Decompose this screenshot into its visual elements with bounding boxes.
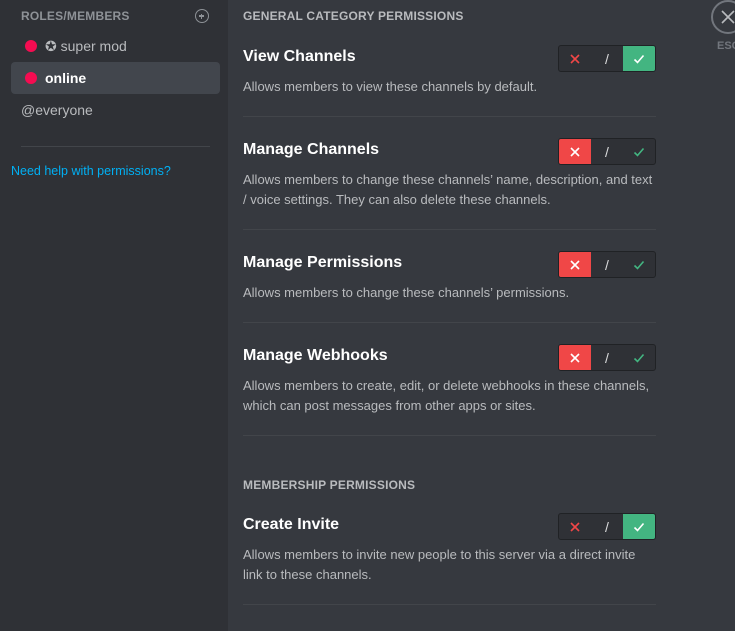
- check-icon: [633, 54, 645, 64]
- permission-view-channels: View Channels / Allows members to view t…: [243, 45, 656, 117]
- help-permissions-link[interactable]: Need help with permissions?: [11, 164, 171, 178]
- section-title-general: GENERAL CATEGORY PERMISSIONS: [243, 9, 464, 23]
- add-role-icon[interactable]: [195, 9, 209, 23]
- neutral-button[interactable]: /: [591, 514, 623, 539]
- permission-title: View Channels: [243, 48, 356, 65]
- x-icon: [570, 53, 580, 64]
- role-item-super-mod[interactable]: ✪ super mod: [11, 30, 220, 62]
- allow-button[interactable]: [623, 252, 655, 277]
- close-icon: [721, 10, 735, 24]
- roles-header-title: ROLES/MEMBERS: [21, 9, 130, 23]
- neutral-button[interactable]: /: [591, 252, 623, 277]
- deny-button[interactable]: [559, 46, 591, 71]
- permission-description: Allows members to change these channels’…: [243, 172, 653, 207]
- allow-button[interactable]: [623, 139, 655, 164]
- role-color-dot: [25, 72, 37, 84]
- permission-divider: [243, 322, 656, 323]
- permission-title: Manage Permissions: [243, 254, 403, 271]
- permission-divider: [243, 604, 656, 605]
- x-icon: [570, 352, 580, 363]
- role-label: online: [45, 70, 87, 86]
- permission-description: Allows members to change these channels’…: [243, 285, 570, 300]
- role-label: @everyone: [21, 102, 93, 118]
- roles-header: ROLES/MEMBERS: [21, 9, 211, 23]
- sidebar: ROLES/MEMBERS ✪ super mod online @everyo…: [0, 0, 228, 631]
- neutral-button[interactable]: /: [591, 139, 623, 164]
- check-icon: [633, 353, 645, 363]
- permission-description: Allows members to create, edit, or delet…: [243, 378, 650, 413]
- sidebar-divider: [21, 146, 210, 147]
- x-icon: [570, 521, 580, 532]
- neutral-button[interactable]: /: [591, 345, 623, 370]
- neutral-button[interactable]: /: [591, 46, 623, 71]
- role-item-everyone[interactable]: @everyone: [11, 94, 220, 126]
- role-color-dot: [25, 40, 37, 52]
- deny-button[interactable]: [559, 345, 591, 370]
- permission-create-invite: Create Invite / Allows members to invite…: [243, 513, 656, 605]
- permission-manage-channels: Manage Channels / Allows members to chan…: [243, 138, 656, 230]
- permission-title: Create Invite: [243, 516, 340, 533]
- section-title-membership: MEMBERSHIP PERMISSIONS: [243, 478, 416, 492]
- x-icon: [570, 146, 580, 157]
- permission-title: Manage Webhooks: [243, 347, 388, 364]
- role-label: ✪ super mod: [45, 38, 127, 54]
- permission-divider: [243, 229, 656, 230]
- permission-toggle: /: [558, 45, 656, 72]
- role-item-online[interactable]: online: [11, 62, 220, 94]
- permission-divider: [243, 116, 656, 117]
- permission-manage-webhooks: Manage Webhooks / Allows members to crea…: [243, 344, 656, 436]
- deny-button[interactable]: [559, 252, 591, 277]
- permission-title: Manage Channels: [243, 141, 380, 158]
- allow-button[interactable]: [623, 345, 655, 370]
- x-icon: [570, 259, 580, 270]
- permission-divider: [243, 435, 656, 436]
- permission-toggle: /: [558, 251, 656, 278]
- permission-description: Allows members to invite new people to t…: [243, 547, 636, 582]
- allow-button[interactable]: [623, 514, 655, 539]
- check-icon: [633, 147, 645, 157]
- permission-toggle: /: [558, 138, 656, 165]
- deny-button[interactable]: [559, 514, 591, 539]
- permission-manage-permissions: Manage Permissions / Allows members to c…: [243, 251, 656, 323]
- check-icon: [633, 522, 645, 532]
- esc-label: ESC: [717, 40, 735, 52]
- check-icon: [633, 260, 645, 270]
- permission-toggle: /: [558, 513, 656, 540]
- allow-button[interactable]: [623, 46, 655, 71]
- permission-description: Allows members to view these channels by…: [243, 79, 538, 94]
- deny-button[interactable]: [559, 139, 591, 164]
- permission-toggle: /: [558, 344, 656, 371]
- close-button[interactable]: [711, 0, 735, 34]
